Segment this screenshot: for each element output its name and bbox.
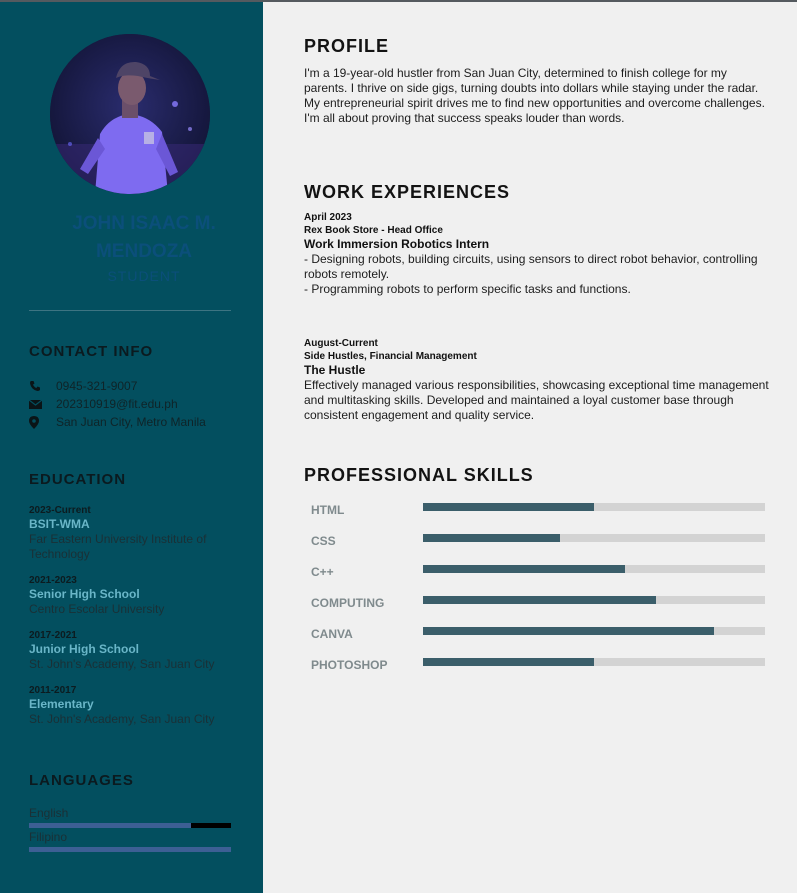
job-date: August-Current <box>304 338 378 349</box>
job-description-line: - Designing robots, building circuits, u… <box>304 252 758 281</box>
education-heading: EDUCATION <box>29 471 127 488</box>
skill-bar-fill <box>423 565 625 573</box>
profile-photo <box>50 34 210 194</box>
language-bar-fill <box>29 823 191 828</box>
skill-bar-fill <box>423 658 594 666</box>
phone-icon <box>29 380 56 392</box>
skill-row: HTML <box>311 503 766 519</box>
contact-heading: CONTACT INFO <box>29 343 154 360</box>
profile-paragraph-1: I'm a 19-year-old hustler from San Juan … <box>304 66 759 95</box>
sidebar-divider <box>29 310 231 311</box>
language-bar-fill <box>29 847 231 852</box>
job-company: Side Hustles, Financial Management <box>304 351 477 362</box>
job-title: Work Immersion Robotics Intern <box>304 237 490 251</box>
job-entry: August-Current Side Hustles, Financial M… <box>304 337 774 423</box>
resume-page: JOHN ISAAC M. MENDOZA STUDENT CONTACT IN… <box>0 2 797 893</box>
contact-phone: 0945-321-9007 <box>29 378 137 394</box>
role-title: STUDENT <box>107 268 181 284</box>
language-bar <box>29 823 231 828</box>
contact-location: San Juan City, Metro Manila <box>29 414 206 430</box>
profile-heading: PROFILE <box>304 36 390 56</box>
profile-text: I'm a 19-year-old hustler from San Juan … <box>304 66 769 126</box>
job-date: April 2023 <box>304 212 352 223</box>
job-company: Rex Book Store - Head Office <box>304 225 443 236</box>
profile-photo-image <box>50 34 210 194</box>
skill-name: HTML <box>311 503 345 517</box>
skill-bar <box>423 534 765 542</box>
skill-row: CSS <box>311 534 766 550</box>
email-address: 202310919@fit.edu.ph <box>56 397 178 411</box>
education-degree: Senior High School <box>29 587 140 601</box>
skills-heading: PROFESSIONAL SKILLS <box>304 465 534 485</box>
main-content: PROFILE I'm a 19-year-old hustler from S… <box>263 2 797 893</box>
skill-name: C++ <box>311 565 334 579</box>
education-degree: BSIT-WMA <box>29 517 90 531</box>
education-item: 2023-Current BSIT-WMA Far Eastern Univer… <box>29 505 234 562</box>
skill-bar-fill <box>423 627 714 635</box>
language-item: Filipino <box>29 830 231 852</box>
education-years: 2017-2021 <box>29 630 77 641</box>
job-entry: April 2023 Rex Book Store - Head Office … <box>304 211 774 297</box>
phone-number: 0945-321-9007 <box>56 379 138 393</box>
skill-bar <box>423 596 765 604</box>
language-name: Filipino <box>29 830 68 844</box>
skill-name: CSS <box>311 534 336 548</box>
skill-bar <box>423 658 765 666</box>
skill-name: PHOTOSHOP <box>311 658 388 672</box>
name-line-2: MENDOZA <box>95 241 193 262</box>
skill-bar <box>423 565 765 573</box>
education-item: 2021-2023 Senior High School Centro Esco… <box>29 575 234 617</box>
education-school: St. John's Academy, San Juan City <box>29 712 215 726</box>
skill-bar <box>423 627 765 635</box>
location-text: San Juan City, Metro Manila <box>56 415 206 429</box>
education-school: St. John's Academy, San Juan City <box>29 657 215 671</box>
skill-name: CANVA <box>311 627 353 641</box>
education-years: 2023-Current <box>29 505 91 516</box>
work-heading: WORK EXPERIENCES <box>304 182 511 202</box>
education-degree: Junior High School <box>29 642 139 656</box>
name-line-1: JOHN ISAAC M. <box>72 213 216 234</box>
job-description-line: - Programming robots to perform specific… <box>304 282 631 296</box>
skill-bar-fill <box>423 596 656 604</box>
envelope-icon <box>29 399 56 410</box>
skill-bar-fill <box>423 534 560 542</box>
education-years: 2011-2017 <box>29 685 77 696</box>
skill-name: COMPUTING <box>311 596 385 610</box>
education-school: Far Eastern University Institute of Tech… <box>29 532 207 561</box>
education-years: 2021-2023 <box>29 575 77 586</box>
languages-heading: LANGUAGES <box>29 772 134 789</box>
education-item: 2011-2017 Elementary St. John's Academy,… <box>29 685 234 727</box>
language-bar <box>29 847 231 852</box>
language-name: English <box>29 806 69 820</box>
education-item: 2017-2021 Junior High School St. John's … <box>29 630 234 672</box>
skill-row: COMPUTING <box>311 596 766 612</box>
education-degree: Elementary <box>29 697 94 711</box>
job-title: The Hustle <box>304 363 366 377</box>
job-description-line: Effectively managed various responsibili… <box>304 378 769 422</box>
sidebar: JOHN ISAAC M. MENDOZA STUDENT CONTACT IN… <box>0 2 263 893</box>
skill-row: PHOTOSHOP <box>311 658 766 674</box>
language-item: English <box>29 806 231 828</box>
full-name: JOHN ISAAC M. MENDOZA <box>29 210 259 266</box>
skill-bar <box>423 503 765 511</box>
education-school: Centro Escolar University <box>29 602 165 616</box>
profile-paragraph-2: My entrepreneurial spirit drives me to f… <box>304 96 765 125</box>
map-pin-icon <box>29 415 56 429</box>
skill-bar-fill <box>423 503 594 511</box>
skill-row: CANVA <box>311 627 766 643</box>
contact-email: 202310919@fit.edu.ph <box>29 396 178 412</box>
skill-row: C++ <box>311 565 766 581</box>
